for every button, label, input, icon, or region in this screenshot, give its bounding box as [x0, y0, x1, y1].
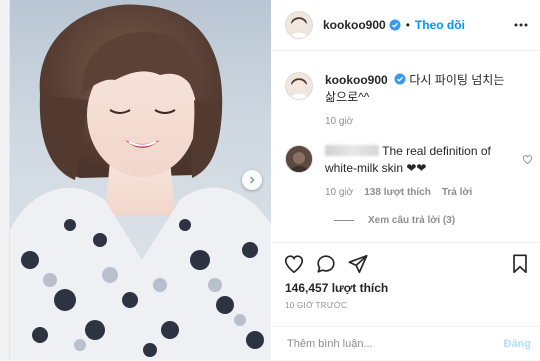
- post-side-panel: kookoo900 • Theo dõi kookoo900 다시 파이팅 넘치…: [271, 0, 540, 360]
- chevron-right-icon: [250, 176, 255, 184]
- add-comment-input[interactable]: [285, 337, 489, 351]
- verified-badge-icon: [389, 19, 401, 31]
- heart-icon[interactable]: [283, 253, 305, 275]
- post-timestamp[interactable]: 10 GIỜ TRƯỚC: [285, 301, 347, 310]
- post-photo[interactable]: [10, 0, 271, 360]
- post-dialog: kookoo900 • Theo dõi kookoo900 다시 파이팅 넘치…: [9, 0, 540, 360]
- post-caption: kookoo900 다시 파이팅 넘치는 삶으로^^ 10 giờ: [285, 72, 531, 127]
- more-options-icon[interactable]: [513, 17, 529, 33]
- comment-icon[interactable]: [315, 253, 337, 275]
- caption-time[interactable]: 10 giờ: [325, 116, 531, 127]
- commenter-username-blurred[interactable]: [325, 145, 379, 156]
- comment-text: The real definition of white-milk skin ❤…: [325, 143, 515, 177]
- view-replies-label: Xem câu trả lời (3): [368, 215, 456, 226]
- caption-username[interactable]: kookoo900: [325, 73, 388, 87]
- profile-avatar-icon: [286, 73, 312, 99]
- bookmark-icon[interactable]: [509, 253, 531, 275]
- action-bar: [271, 242, 540, 285]
- comment-item: The real definition of white-milk skin ❤…: [285, 143, 535, 198]
- comment-meta: 10 giờ 138 lượt thích Trả lời: [325, 187, 535, 198]
- post-header: kookoo900 • Theo dõi: [271, 0, 540, 51]
- comment-likes[interactable]: 138 lượt thích: [364, 187, 431, 198]
- verified-badge-icon: [394, 73, 406, 85]
- follow-button[interactable]: Theo dõi: [415, 18, 465, 32]
- header-separator: •: [405, 18, 410, 32]
- profile-avatar-icon: [286, 12, 312, 38]
- view-replies-button[interactable]: Xem câu trả lời (3): [334, 215, 455, 226]
- reply-button[interactable]: Trả lời: [442, 187, 472, 198]
- view-replies-line: [334, 220, 354, 221]
- comment-like-heart-icon[interactable]: [522, 154, 533, 165]
- caption-text: kookoo900 다시 파이팅 넘치는 삶으로^^: [325, 72, 531, 106]
- post-comment-button[interactable]: Đăng: [504, 338, 532, 350]
- commenter-avatar-icon: [286, 146, 312, 172]
- likes-count[interactable]: 146,457 lượt thích: [285, 281, 388, 295]
- add-comment-bar: Đăng: [271, 326, 540, 361]
- next-photo-button[interactable]: [242, 170, 262, 190]
- caption-avatar[interactable]: [285, 72, 313, 100]
- author-username[interactable]: kookoo900: [323, 18, 386, 32]
- commenter-avatar[interactable]: [285, 145, 313, 173]
- share-icon[interactable]: [347, 253, 369, 275]
- photo-illustration: [10, 4, 271, 360]
- comment-time[interactable]: 10 giờ: [325, 187, 353, 198]
- author-avatar[interactable]: [285, 11, 313, 39]
- page-background: [0, 0, 9, 360]
